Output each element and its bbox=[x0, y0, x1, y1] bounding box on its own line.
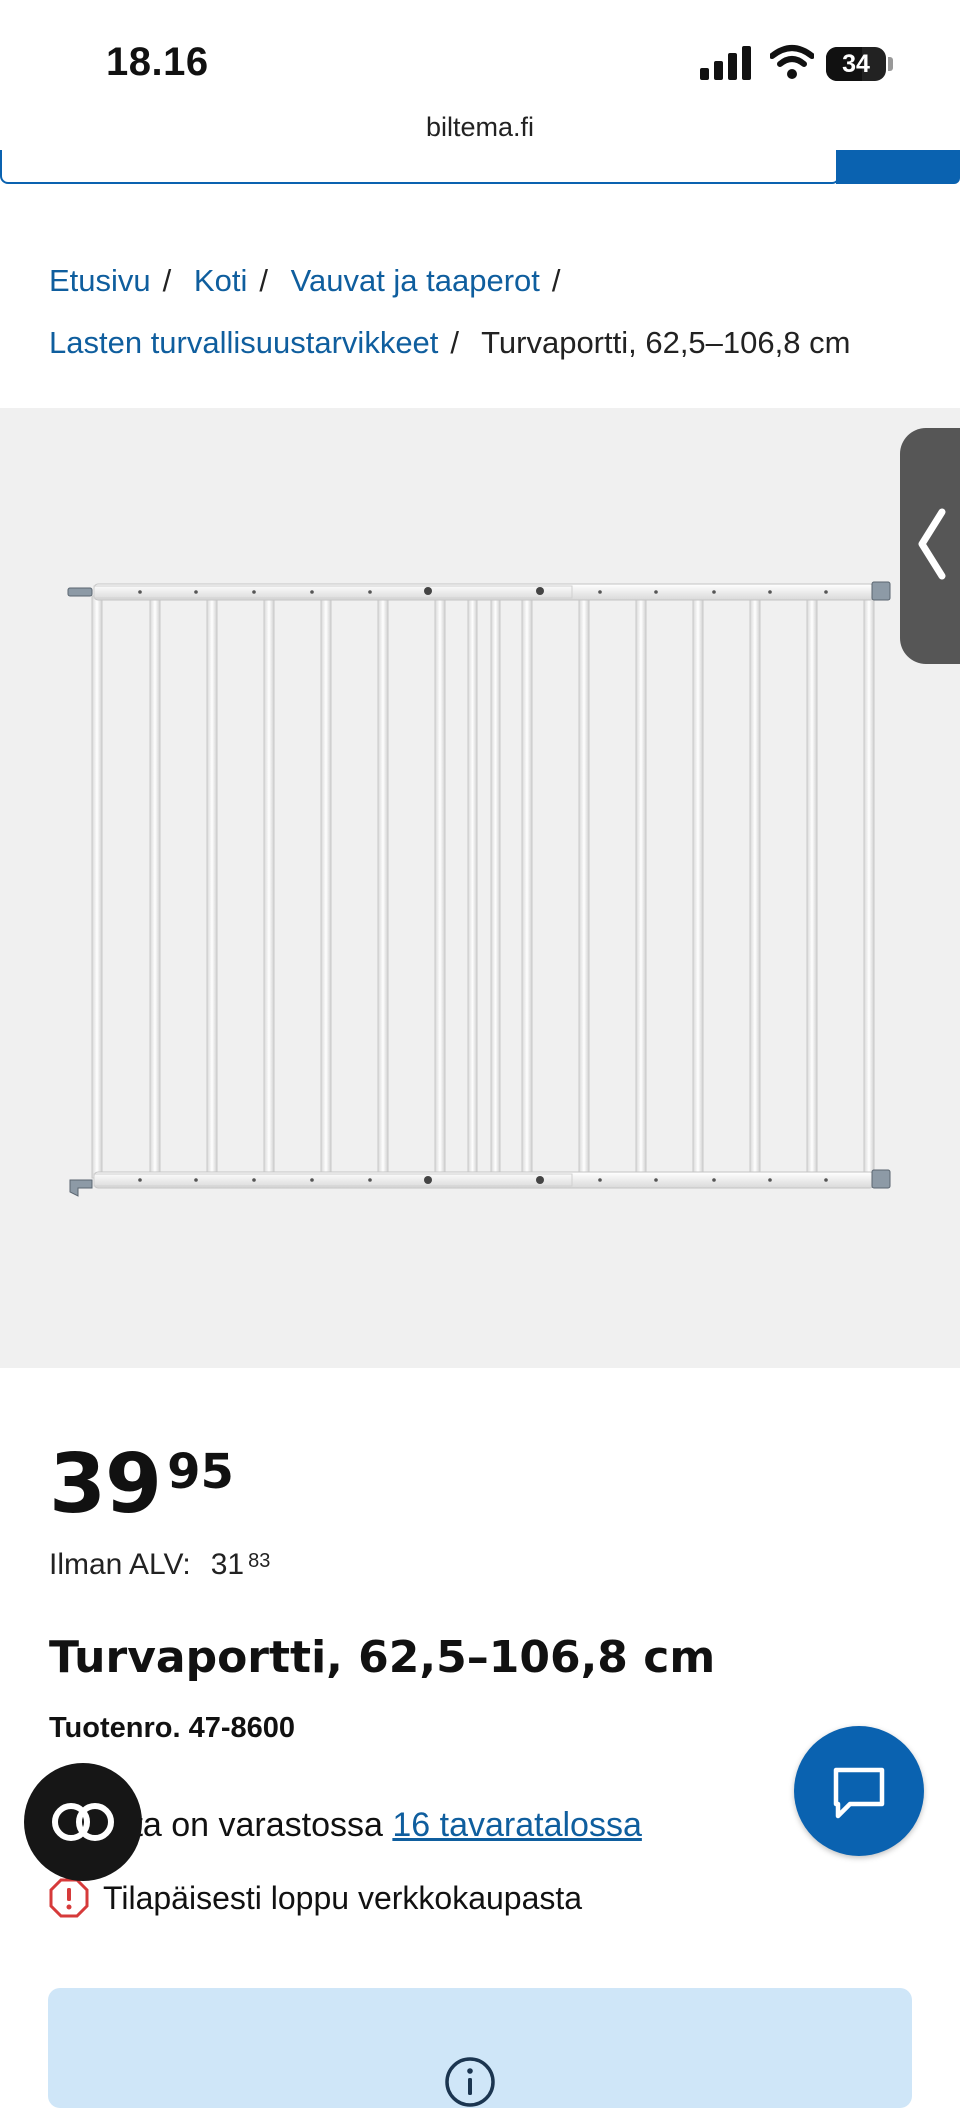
cellular-signal-icon bbox=[700, 46, 751, 80]
gallery-toggle-button[interactable] bbox=[900, 428, 960, 664]
product-image bbox=[67, 581, 891, 1197]
battery-level: 34 bbox=[842, 50, 870, 78]
chat-bubble-icon bbox=[833, 1767, 885, 1819]
breadcrumb-turvallisuus[interactable]: Lasten turvallisuustarvikkeet bbox=[49, 325, 438, 360]
product-price: 39 95 bbox=[49, 1440, 234, 1530]
breadcrumb-separator: / bbox=[259, 263, 268, 298]
status-time: 18.16 bbox=[106, 40, 209, 84]
search-button[interactable] bbox=[836, 150, 960, 184]
breadcrumb-separator: / bbox=[162, 263, 172, 298]
chevron-left-icon bbox=[918, 508, 946, 580]
product-title: Turvaportti, 62,5–106,8 cm bbox=[49, 1632, 716, 1683]
battery-nub bbox=[888, 57, 893, 71]
product-sku: Tuotenro. 47-8600 bbox=[49, 1712, 296, 1744]
price-decimals: 95 bbox=[167, 1444, 234, 1500]
info-icon bbox=[445, 2057, 495, 2107]
search-input[interactable] bbox=[0, 150, 840, 184]
notice-text: Tilapäisesti loppu verkkokaupasta bbox=[103, 1879, 583, 1916]
battery-icon: 34 bbox=[826, 47, 886, 81]
breadcrumb-separator: / bbox=[450, 325, 460, 360]
info-box bbox=[48, 1988, 912, 2108]
breadcrumb-koti[interactable]: Koti bbox=[194, 263, 247, 298]
status-bar: 18.16 34 biltema.fi bbox=[0, 0, 960, 142]
vat-main: 31 bbox=[210, 1548, 245, 1581]
price-main: 39 bbox=[49, 1437, 162, 1532]
browser-url[interactable]: biltema.fi bbox=[0, 112, 960, 143]
vat-decimals: 83 bbox=[248, 1550, 271, 1572]
store-availability-link[interactable]: 16 tavaratalossa bbox=[392, 1806, 642, 1844]
reader-mode-icon bbox=[52, 1803, 114, 1841]
breadcrumb-home[interactable]: Etusivu bbox=[49, 263, 151, 298]
breadcrumb-separator: / bbox=[551, 263, 561, 298]
chat-button[interactable] bbox=[794, 1726, 924, 1856]
online-stock-notice: Tilapäisesti loppu verkkokaupasta bbox=[49, 1878, 582, 1918]
breadcrumb-current: Turvaportti, 62,5–106,8 cm bbox=[481, 325, 851, 360]
search-bar bbox=[0, 150, 960, 186]
breadcrumb-vauvat[interactable]: Vauvat ja taaperot bbox=[291, 263, 540, 298]
alert-octagon-icon bbox=[49, 1878, 89, 1918]
wifi-icon bbox=[770, 45, 814, 79]
breadcrumb: Etusivu / Koti / Vauvat ja taaperot / Laste… bbox=[49, 250, 929, 374]
price-without-vat: Ilman ALV: 31 83 bbox=[49, 1548, 270, 1582]
product-image-gallery[interactable] bbox=[0, 408, 960, 1368]
reader-mode-button[interactable] bbox=[24, 1763, 142, 1881]
vat-label: Ilman ALV: bbox=[49, 1548, 191, 1581]
stock-text: tta on varastossa bbox=[124, 1806, 383, 1844]
store-stock-info: tta on varastossa 16 tavaratalossa bbox=[124, 1806, 642, 1845]
